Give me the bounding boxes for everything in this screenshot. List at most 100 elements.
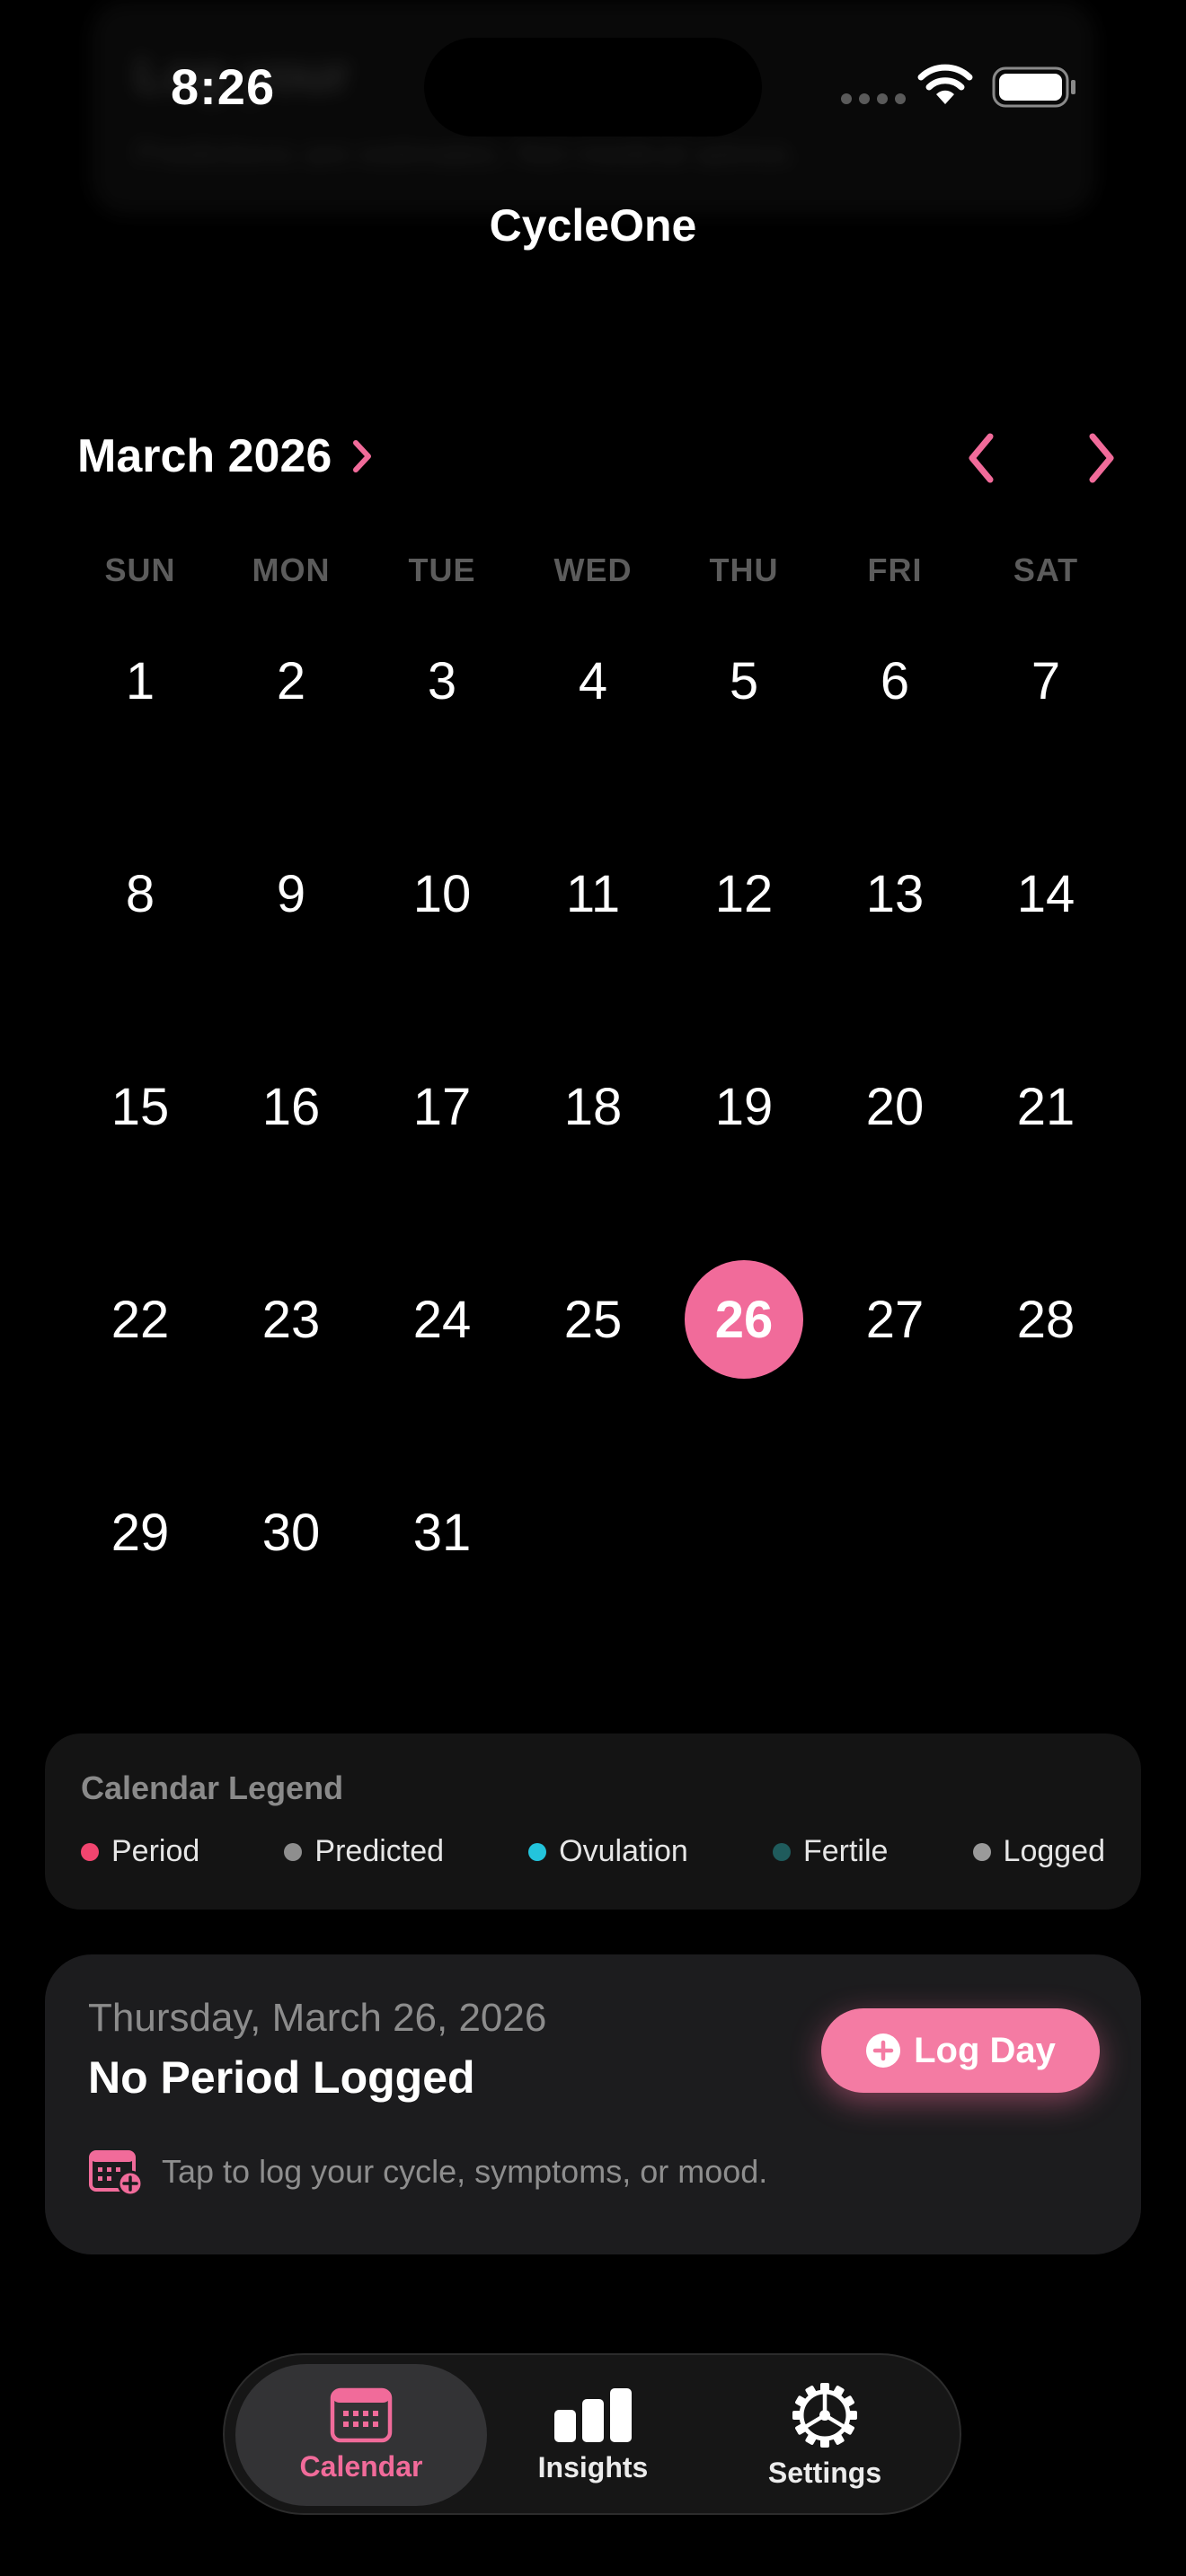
calendar-day[interactable]: 1 <box>65 620 216 742</box>
app-title: CycleOne <box>489 200 697 251</box>
calendar-day[interactable]: 28 <box>970 1258 1121 1381</box>
calendar-day[interactable]: 30 <box>216 1471 367 1593</box>
calendar-day-number: 21 <box>1016 1077 1075 1136</box>
plus-circle-icon <box>866 2033 901 2068</box>
calendar-day-number: 9 <box>276 864 306 923</box>
calendar-day[interactable]: 20 <box>819 1045 970 1168</box>
calendar-day[interactable]: 29 <box>65 1471 216 1593</box>
previous-month-button[interactable] <box>947 422 1015 494</box>
calendar-day-number: 13 <box>865 864 925 923</box>
weekday-label: WED <box>553 551 633 588</box>
weekday-label: MON <box>252 551 331 588</box>
calendar-day[interactable]: 15 <box>65 1045 216 1168</box>
legend-label: Logged <box>1003 1834 1105 1868</box>
calendar-day[interactable]: 19 <box>668 1045 819 1168</box>
calendar-day-number: 19 <box>714 1077 774 1136</box>
tab-insights[interactable]: Insights <box>467 2364 719 2506</box>
calendar-day-number: 18 <box>563 1077 623 1136</box>
weekday-header: SUN MON TUE WED THU FRI SAT <box>65 551 1121 589</box>
period-dot-icon <box>81 1842 99 1861</box>
logged-dot-icon <box>972 1842 991 1861</box>
calendar-day-selected[interactable]: 26 <box>668 1258 819 1381</box>
calendar-day[interactable]: 3 <box>367 620 518 742</box>
calendar-day[interactable]: 6 <box>819 620 970 742</box>
tab-settings[interactable]: Settings <box>699 2364 951 2506</box>
calendar-day[interactable]: 11 <box>518 833 668 955</box>
legend-label: Ovulation <box>559 1834 688 1868</box>
calendar-day[interactable]: 16 <box>216 1045 367 1168</box>
tab-label: Insights <box>537 2450 649 2483</box>
dynamic-island <box>424 38 762 137</box>
calendar-day[interactable]: 9 <box>216 833 367 955</box>
calendar-day-number: 15 <box>111 1077 170 1136</box>
calendar-day-number: 8 <box>125 864 155 923</box>
calendar-day-number: 25 <box>563 1290 623 1349</box>
tab-label: Settings <box>767 2456 882 2489</box>
legend-item-ovulation: Ovulation <box>528 1834 688 1869</box>
calendar-day[interactable]: 25 <box>518 1258 668 1381</box>
fertile-dot-icon <box>772 1842 791 1861</box>
calendar-day[interactable]: 12 <box>668 833 819 955</box>
calendar-day-number: 23 <box>261 1290 321 1349</box>
chevron-right-icon <box>353 440 372 472</box>
calendar-day[interactable]: 23 <box>216 1258 367 1381</box>
cellular-signal-icon <box>841 93 906 104</box>
calendar-day-number: 20 <box>865 1077 925 1136</box>
calendar-day-number: 16 <box>261 1077 321 1136</box>
calendar-day[interactable]: 18 <box>518 1045 668 1168</box>
weekday-label: SAT <box>1013 551 1079 588</box>
calendar-day-number: 3 <box>427 651 457 710</box>
tab-label: Calendar <box>299 2449 423 2483</box>
ovulation-dot-icon <box>528 1842 547 1861</box>
month-label: March 2026 <box>77 430 332 482</box>
legend-item-predicted: Predicted <box>284 1834 444 1869</box>
calendar-day-number: 4 <box>578 651 608 710</box>
calendar-day[interactable]: 31 <box>367 1471 518 1593</box>
calendar-day[interactable]: 22 <box>65 1258 216 1381</box>
calendar-day-number: 27 <box>865 1290 925 1349</box>
log-hint: Tap to log your cycle, symptoms, or mood… <box>88 2147 767 2197</box>
predicted-dot-icon <box>284 1842 303 1861</box>
legend-item-logged: Logged <box>972 1834 1105 1869</box>
calendar-day[interactable]: 14 <box>970 833 1121 955</box>
calendar-day[interactable]: 7 <box>970 620 1121 742</box>
weekday-label: FRI <box>867 551 923 588</box>
chevron-left-icon <box>969 433 994 483</box>
calendar-day-number: 11 <box>565 864 621 923</box>
background-banner-subtitle: Predictions are estimates. Not medical a… <box>135 135 799 172</box>
calendar-day[interactable]: 13 <box>819 833 970 955</box>
calendar-icon <box>330 2387 393 2442</box>
legend-item-period: Period <box>81 1834 199 1869</box>
legend-label: Predicted <box>314 1834 445 1868</box>
calendar-grid: 1 2 3 4 5 6 7 8 9 10 11 12 13 14 15 16 17 18 19 20 21 22 23 24 2… <box>65 620 1121 1684</box>
legend-label: Fertile <box>802 1834 889 1868</box>
next-month-button[interactable] <box>1067 422 1136 494</box>
calendar-day-number: 7 <box>1031 651 1061 710</box>
calendar-day[interactable]: 5 <box>668 620 819 742</box>
calendar-day[interactable]: 8 <box>65 833 216 955</box>
gear-icon <box>792 2382 857 2448</box>
calendar-day[interactable]: 21 <box>970 1045 1121 1168</box>
calendar-day-number: 2 <box>276 651 306 710</box>
calendar-day[interactable]: 2 <box>216 620 367 742</box>
calendar-day-number: 29 <box>111 1503 170 1562</box>
calendar-day[interactable]: 10 <box>367 833 518 955</box>
calendar-day[interactable]: 24 <box>367 1258 518 1381</box>
calendar-day-number: 28 <box>1016 1290 1075 1349</box>
log-day-label: Log Day <box>914 2030 1056 2070</box>
calendar-day-number: 31 <box>412 1503 472 1562</box>
selected-date: Thursday, March 26, 2026 <box>88 1996 547 2040</box>
tab-calendar[interactable]: Calendar <box>235 2364 487 2506</box>
calendar-day[interactable]: 27 <box>819 1258 970 1381</box>
calendar-day-number: 30 <box>261 1503 321 1562</box>
tab-bar: Calendar Insights Settings <box>223 2353 961 2515</box>
calendar-day-number: 10 <box>412 864 472 923</box>
month-picker[interactable]: March 2026 <box>77 429 373 483</box>
calendar-day[interactable]: 4 <box>518 620 668 742</box>
calendar-day-number: 14 <box>1016 864 1075 923</box>
log-day-button[interactable]: Log Day <box>821 2008 1100 2093</box>
calendar-day[interactable]: 17 <box>367 1045 518 1168</box>
calendar-add-icon <box>89 2150 144 2197</box>
selected-day-card[interactable]: Thursday, March 26, 2026 No Period Logge… <box>45 1954 1141 2254</box>
weekday-label: THU <box>709 551 779 588</box>
